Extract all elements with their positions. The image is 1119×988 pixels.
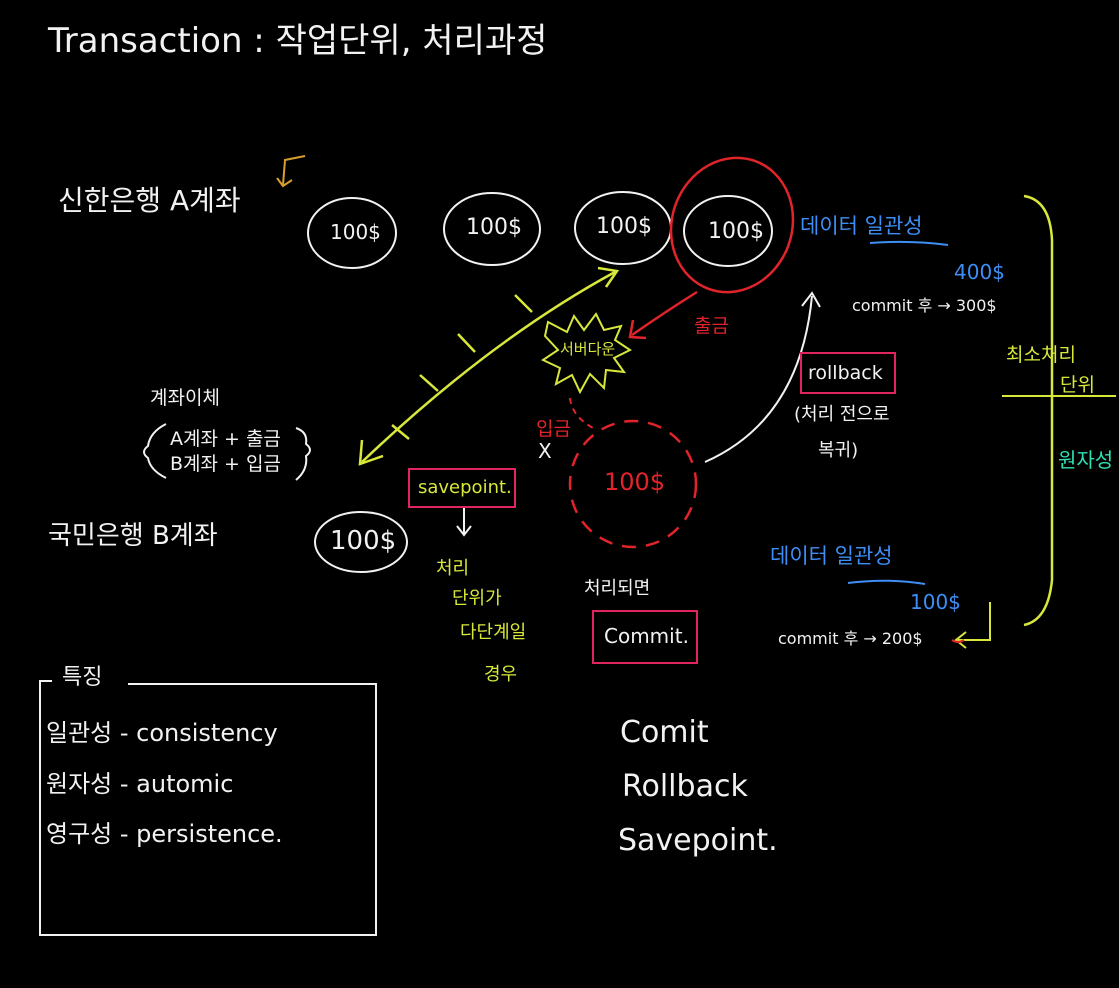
underline-top (869, 240, 949, 246)
savepoint-note-4: 경우 (484, 664, 518, 685)
consistency-bottom-title: 데이터 일관성 (770, 544, 893, 568)
consistency-top-title: 데이터 일관성 (800, 214, 923, 238)
command-rollback: Rollback (622, 769, 748, 804)
coin-label-4: 100$ (708, 219, 764, 244)
transfer-heading: 계좌이체 (150, 387, 220, 409)
consistency-top-after: commit 후 → 300$ (852, 296, 997, 315)
min-unit-label-1: 최소처리 (1006, 344, 1076, 366)
feature-item-1: 일관성 - consistency (46, 719, 278, 747)
page-title: Transaction : 작업단위, 처리과정 (48, 21, 548, 61)
underline-bottom (847, 579, 926, 585)
savepoint-label: savepoint. (418, 477, 512, 498)
coin-label-mid: 100$ (604, 468, 666, 496)
withdraw-label: 출금 (694, 315, 729, 337)
savepoint-note-1: 처리 (436, 558, 470, 579)
coin-label-b: 100$ (330, 526, 397, 556)
coin-label-2: 100$ (466, 215, 522, 240)
atomicity-label: 원자성 (1058, 448, 1114, 472)
consistency-top-amount: 400$ (954, 260, 1005, 284)
withdraw-arrow (631, 290, 698, 337)
rollback-note-2: 복귀) (818, 440, 859, 461)
rollback-label: rollback (808, 362, 883, 384)
transfer-arrow (361, 270, 616, 463)
transfer-brace-right (295, 427, 311, 481)
savepoint-box: savepoint. (408, 468, 516, 508)
coin-label-1: 100$ (330, 220, 381, 244)
server-down-label: 서버다운 (560, 340, 616, 358)
feature-item-2: 원자성 - automic (46, 770, 234, 798)
min-unit-label-2: 단위 (1060, 374, 1095, 396)
feature-item-3: 영구성 - persistence. (46, 820, 283, 848)
min-unit-bracket (1023, 194, 1054, 627)
savepoint-note-3: 다단계일 (460, 622, 527, 643)
rollback-box: rollback (800, 352, 896, 394)
transfer-brace-left (143, 423, 167, 479)
x-mark: X (538, 439, 552, 463)
commit-label: Commit. (604, 624, 689, 648)
corner-arrow (276, 155, 306, 188)
account-a-label: 신한은행 A계좌 (58, 184, 241, 217)
coin-label-3: 100$ (596, 214, 652, 239)
commit-box: Commit. (592, 610, 698, 664)
transfer-line-2: B계좌 + 입금 (170, 453, 281, 475)
consistency-bottom-after: commit 후 → 200$ (778, 629, 923, 648)
deposit-arrow (569, 397, 598, 431)
deposit-label: 입금 (536, 418, 571, 440)
consistency-bottom-amount: 100$ (910, 590, 961, 614)
savepoint-arrow (456, 506, 472, 537)
rollback-note-1: (처리 전으로 (794, 404, 890, 425)
on-process-label: 처리되면 (584, 578, 651, 599)
command-comit: Comit (620, 715, 709, 750)
account-b-label: 국민은행 B계좌 (48, 521, 218, 551)
command-savepoint: Savepoint. (618, 823, 778, 858)
transfer-line-1: A계좌 + 출금 (170, 428, 281, 450)
features-title: 특징 (62, 665, 103, 690)
savepoint-note-2: 단위가 (452, 588, 502, 609)
